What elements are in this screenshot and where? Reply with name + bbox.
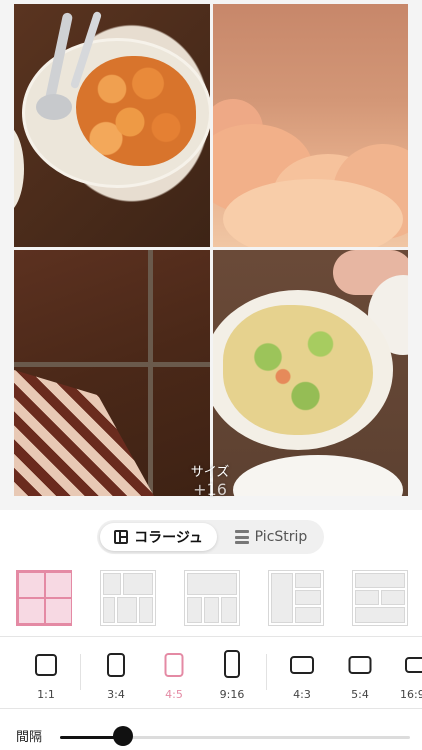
layout-cell <box>103 597 115 623</box>
layout-cell <box>187 573 237 595</box>
collage-cell-shrimp-dish[interactable] <box>14 4 210 247</box>
size-label: サイズ <box>190 465 230 480</box>
tile-grout <box>148 250 153 496</box>
ratio-separator <box>266 654 267 690</box>
collage-cell-clouds[interactable] <box>213 4 408 247</box>
edit-panel: コラージュ PicStrip 1:1 3:4 4:5 9:16 4:3 5:4 … <box>0 510 422 750</box>
picstrip-icon <box>234 530 249 544</box>
portrait-icon <box>164 653 184 677</box>
layout-cell <box>45 572 72 598</box>
layout-cell <box>355 573 405 588</box>
layout-cell <box>123 573 153 595</box>
layout-cell <box>139 597 153 623</box>
collage-canvas: サイズ +16 <box>0 0 422 510</box>
layout-option-mixed[interactable] <box>100 570 156 626</box>
ratio-label: 4:3 <box>293 688 311 701</box>
layout-cell <box>355 590 379 605</box>
size-handle[interactable]: サイズ +16 <box>186 464 234 498</box>
ratio-separator <box>80 654 81 690</box>
ratio-option-1-1[interactable]: 1:1 <box>20 648 72 704</box>
divider <box>0 636 422 637</box>
layout-cell <box>103 573 121 595</box>
tile-grout <box>14 362 210 367</box>
layout-option-rows[interactable] <box>352 570 408 626</box>
ratio-label: 3:4 <box>107 688 125 701</box>
layout-cell <box>204 597 219 623</box>
tall-portrait-icon <box>224 650 240 678</box>
ratio-option-4-5[interactable]: 4:5 <box>148 648 200 704</box>
layout-cell <box>18 572 45 598</box>
layout-cell <box>271 573 293 623</box>
ratio-label: 9:16 <box>219 688 245 701</box>
layout-cell <box>295 607 321 623</box>
spacing-control: 間隔 <box>0 722 422 750</box>
landscape-icon <box>290 656 314 674</box>
spoon-head <box>36 94 72 120</box>
layout-cell <box>381 590 405 605</box>
layout-cell <box>295 590 321 605</box>
ratio-option-3-4[interactable]: 3:4 <box>90 648 142 704</box>
ratio-label: 4:5 <box>165 688 183 701</box>
layout-option-left-tall[interactable] <box>268 570 324 626</box>
layout-cell <box>295 573 321 588</box>
collage-mode-button[interactable]: コラージュ <box>100 523 217 551</box>
patterned-rug <box>14 370 154 496</box>
side-plate <box>14 124 24 214</box>
collage-mode-label: コラージュ <box>134 530 203 546</box>
size-value: +16 <box>193 480 227 499</box>
spacing-label: 間隔 <box>16 730 43 745</box>
layout-picker <box>0 570 422 626</box>
square-icon <box>35 654 57 676</box>
collage-cell-fried-rice[interactable] <box>213 250 408 496</box>
ratio-option-5-4[interactable]: 5:4 <box>334 648 386 704</box>
portrait-icon <box>107 653 125 677</box>
ratio-label: 5:4 <box>351 688 369 701</box>
divider <box>0 708 422 709</box>
mode-switch: コラージュ PicStrip <box>97 520 324 554</box>
layout-cell <box>187 597 202 623</box>
ratio-option-4-3[interactable]: 4:3 <box>276 648 328 704</box>
collage-cell-floor-tiles[interactable] <box>14 250 210 496</box>
ratio-option-9-16[interactable]: 9:16 <box>206 648 258 704</box>
wide-landscape-icon <box>405 657 422 673</box>
picstrip-mode-label: PicStrip <box>254 529 308 545</box>
collage-grid-icon <box>114 530 129 544</box>
picstrip-mode-button[interactable]: PicStrip <box>221 523 321 551</box>
layout-option-grid-2x2[interactable] <box>16 570 72 626</box>
ratio-label: 1:1 <box>37 688 55 701</box>
spacing-slider-thumb[interactable] <box>113 726 133 746</box>
layout-cell <box>45 598 72 624</box>
layout-cell <box>221 597 237 623</box>
aspect-ratio-picker: 1:1 3:4 4:5 9:16 4:3 5:4 16:9 <box>0 648 422 704</box>
ratio-option-16-9[interactable]: 16:9 <box>392 648 422 704</box>
layout-cell <box>355 607 405 623</box>
layout-option-top-wide[interactable] <box>184 570 240 626</box>
ratio-label: 16:9 <box>400 688 422 701</box>
layout-cell <box>117 597 137 623</box>
fried-rice-food <box>223 305 373 435</box>
landscape-icon <box>348 656 372 674</box>
front-bowl <box>233 455 403 496</box>
layout-cell <box>18 598 45 624</box>
